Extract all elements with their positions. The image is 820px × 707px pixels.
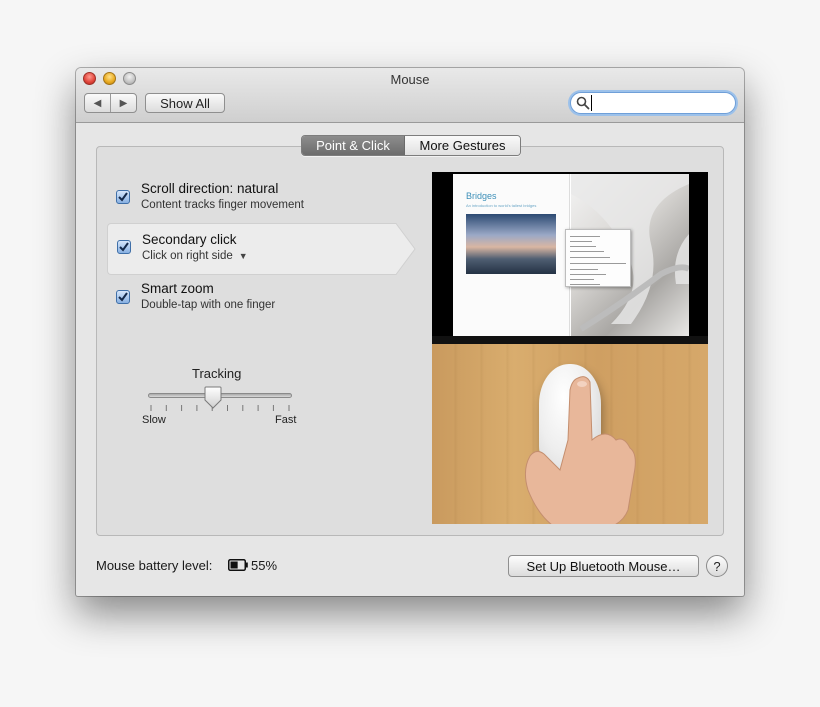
show-all-button[interactable]: Show All bbox=[145, 93, 225, 113]
smart-zoom-checkbox[interactable] bbox=[116, 290, 130, 304]
titlebar: Mouse ◀ ▶ Show All bbox=[76, 68, 744, 123]
checkmark-icon bbox=[118, 192, 128, 202]
slider-min-label: Slow bbox=[142, 414, 166, 426]
battery-level-label: Mouse battery level: bbox=[96, 558, 213, 573]
dropdown-arrow-icon[interactable]: ▼ bbox=[239, 251, 248, 261]
tab-point-and-click[interactable]: Point & Click bbox=[302, 136, 405, 155]
hand-on-mouse-image bbox=[432, 344, 708, 524]
slider-max-label: Fast bbox=[275, 414, 297, 426]
tab-bar: Point & Click More Gestures bbox=[301, 135, 521, 156]
checkmark-icon bbox=[118, 292, 128, 302]
book-left-page: Bridges An introduction to world's talle… bbox=[453, 174, 570, 336]
option-secondary-click[interactable]: Secondary click Click on right side ▼ bbox=[107, 223, 395, 275]
option-subtitle: Click on right side bbox=[142, 250, 233, 262]
context-menu-preview bbox=[565, 229, 631, 287]
search-icon bbox=[576, 96, 590, 110]
setup-bluetooth-mouse-button[interactable]: Set Up Bluetooth Mouse… bbox=[508, 555, 699, 577]
forward-arrow-icon[interactable]: ▶ bbox=[111, 94, 136, 112]
gesture-preview-video: Bridges An introduction to world's talle… bbox=[432, 172, 708, 524]
selection-pointer bbox=[394, 223, 416, 275]
tab-more-gestures[interactable]: More Gestures bbox=[405, 136, 520, 155]
secondary-click-dropdown[interactable]: Click on right side ▼ bbox=[142, 250, 248, 262]
checkmark-icon bbox=[119, 242, 129, 252]
secondary-click-checkbox[interactable] bbox=[117, 240, 131, 254]
help-button[interactable]: ? bbox=[706, 555, 728, 577]
option-subtitle: Content tracks finger movement bbox=[141, 199, 304, 211]
bridge-photo bbox=[466, 214, 556, 274]
book-title: Bridges bbox=[466, 191, 497, 201]
search-input[interactable] bbox=[591, 95, 729, 111]
mouse-preferences-window: Mouse ◀ ▶ Show All Point & Click More Ge… bbox=[76, 68, 744, 596]
book-subtitle: An introduction to world's tallest bridg… bbox=[466, 203, 537, 208]
search-field[interactable] bbox=[570, 92, 736, 114]
tracking-slider-thumb[interactable] bbox=[203, 386, 223, 410]
battery-icon bbox=[228, 559, 248, 571]
battery-percent: 55% bbox=[251, 558, 278, 573]
option-smart-zoom[interactable]: Smart zoom Double-tap with one finger bbox=[106, 278, 416, 330]
back-forward-control: ◀ ▶ bbox=[84, 93, 137, 113]
option-title: Scroll direction: natural bbox=[141, 181, 279, 196]
back-arrow-icon[interactable]: ◀ bbox=[85, 94, 111, 112]
tracking-label: Tracking bbox=[192, 366, 242, 381]
preview-book: Bridges An introduction to world's talle… bbox=[453, 174, 691, 336]
option-subtitle: Double-tap with one finger bbox=[141, 299, 276, 311]
hand-image bbox=[524, 376, 636, 524]
scroll-direction-checkbox[interactable] bbox=[116, 190, 130, 204]
preview-statusbar bbox=[432, 336, 708, 344]
window-title: Mouse bbox=[390, 72, 430, 87]
preview-screen: Bridges An introduction to world's talle… bbox=[432, 172, 708, 344]
option-title: Smart zoom bbox=[141, 281, 214, 296]
option-title: Secondary click bbox=[142, 232, 237, 247]
